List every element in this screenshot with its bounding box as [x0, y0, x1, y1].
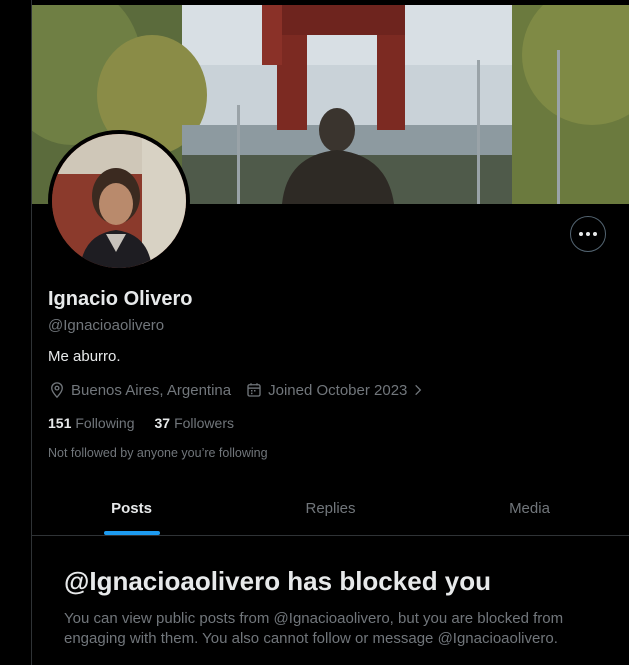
followers-label: Followers: [174, 415, 234, 431]
profile-joined[interactable]: Joined October 2023: [245, 381, 425, 399]
follow-counts: 151 Following 37 Followers: [48, 415, 254, 431]
chevron-right-icon: [415, 384, 422, 396]
followers-link[interactable]: 37 Followers: [155, 415, 234, 431]
more-options-button[interactable]: [570, 216, 606, 252]
profile-main: Ignacio Olivero @Ignacioaolivero Me abur…: [31, 0, 629, 665]
followers-count: 37: [154, 415, 171, 431]
profile-bio: Me aburro.: [48, 348, 121, 365]
location-pin-icon: [51, 382, 63, 399]
followed-by-note: Not followed by anyone you’re following: [48, 446, 268, 460]
tab-posts-label: Posts: [111, 500, 152, 517]
profile-tabs: Posts Replies Media: [32, 482, 629, 536]
tab-media-label: Media: [509, 500, 550, 517]
active-tab-indicator: [103, 531, 160, 535]
profile-avatar[interactable]: [48, 130, 190, 272]
blocked-description: You can view public posts from @Ignacioa…: [64, 610, 564, 647]
more-options-icon: [579, 232, 583, 236]
blocked-title: @Ignacioaolivero has blocked you: [64, 566, 492, 596]
avatar-image: [52, 134, 186, 268]
following-count: 151: [48, 415, 72, 431]
more-options-dot: [586, 232, 590, 236]
joined-text: Joined October 2023: [268, 381, 408, 399]
tab-posts[interactable]: Posts: [32, 482, 231, 535]
profile-meta: Buenos Aires, Argentina Joined October 2…: [48, 381, 439, 399]
tab-replies[interactable]: Replies: [231, 482, 430, 535]
profile-name: Ignacio Olivero: [48, 288, 193, 310]
calendar-icon: [247, 383, 261, 397]
tab-replies-label: Replies: [305, 500, 356, 517]
more-options-dot: [593, 232, 597, 236]
following-link[interactable]: 151 Following: [48, 415, 135, 431]
location-text: Buenos Aires, Argentina: [71, 381, 232, 399]
profile-handle: @Ignacioaolivero: [48, 317, 165, 334]
profile-location: Buenos Aires, Argentina: [48, 381, 231, 399]
left-rail: [0, 0, 31, 665]
following-label: Following: [75, 415, 135, 431]
tab-media[interactable]: Media: [430, 482, 629, 535]
